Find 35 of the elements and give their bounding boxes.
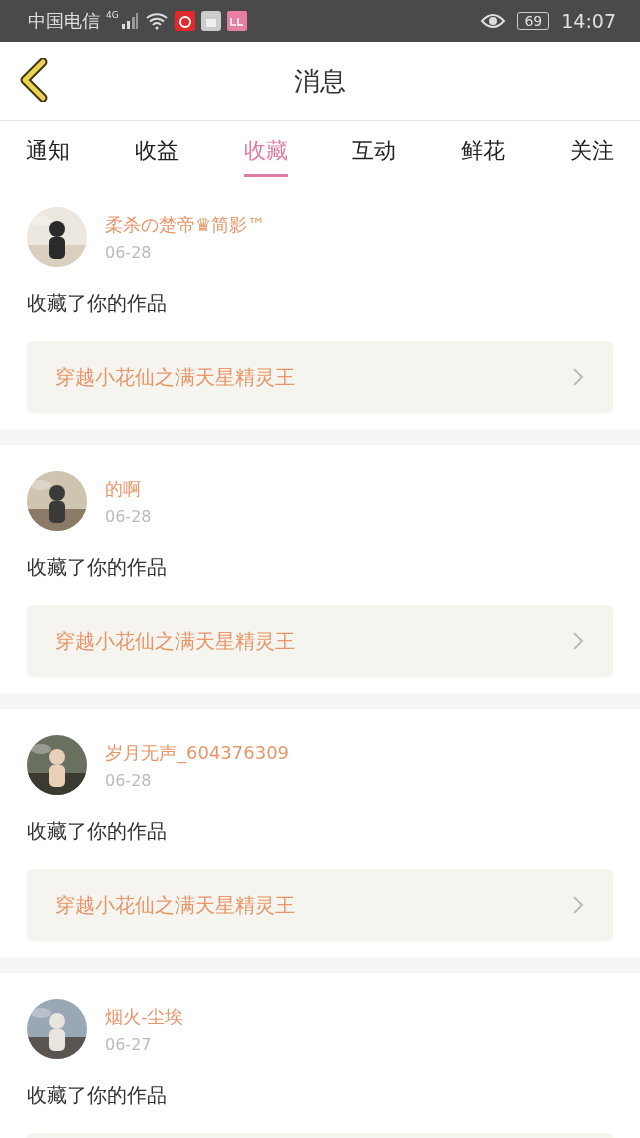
- eye-icon: [481, 13, 506, 29]
- chevron-right-icon: [571, 631, 585, 651]
- battery-level: 69: [517, 12, 550, 30]
- work-link[interactable]: 穿越小花仙之满天星精灵王: [27, 341, 613, 413]
- user-name[interactable]: 岁月无声_604376309: [105, 740, 290, 765]
- message-date: 06-27: [105, 1034, 153, 1054]
- message-date: 06-28: [105, 506, 152, 526]
- clock-time: 14:07: [561, 10, 616, 32]
- message-text: 收藏了你的作品: [27, 818, 168, 845]
- chevron-right-icon: [571, 367, 585, 387]
- message-text: 收藏了你的作品: [27, 290, 168, 317]
- carrier-name: 中国电信: [28, 9, 100, 33]
- tab[interactable]: 通知: [26, 125, 70, 177]
- tab[interactable]: 关注: [570, 125, 614, 177]
- user-name[interactable]: 的啊: [105, 476, 152, 501]
- tab[interactable]: 互动: [352, 125, 397, 177]
- tab[interactable]: 鲜花: [461, 125, 506, 177]
- message-date: 06-28: [105, 770, 153, 790]
- user-name[interactable]: 柔杀の楚帝♛简影™: [105, 212, 266, 237]
- wifi-icon: [144, 12, 169, 30]
- work-link[interactable]: 穿越小花仙之满天星精灵王: [27, 869, 613, 941]
- app-icon: [226, 11, 247, 31]
- shopping-bag-icon: [200, 11, 221, 31]
- network-type: 4G: [106, 10, 119, 20]
- music-app-icon: [174, 11, 195, 31]
- tab[interactable]: 收益: [134, 125, 179, 177]
- tab[interactable]: 收藏: [243, 125, 288, 177]
- work-link[interactable]: 穿越小花仙之满天星精灵王: [27, 605, 613, 677]
- page-title: 消息: [294, 64, 346, 98]
- message-text: 收藏了你的作品: [27, 1082, 168, 1109]
- message-date: 06-28: [105, 242, 153, 262]
- chevron-right-icon: [571, 895, 585, 915]
- user-name[interactable]: 烟火-尘埃: [105, 1004, 184, 1029]
- message-text: 收藏了你的作品: [27, 554, 168, 581]
- signal-icon: [120, 12, 139, 30]
